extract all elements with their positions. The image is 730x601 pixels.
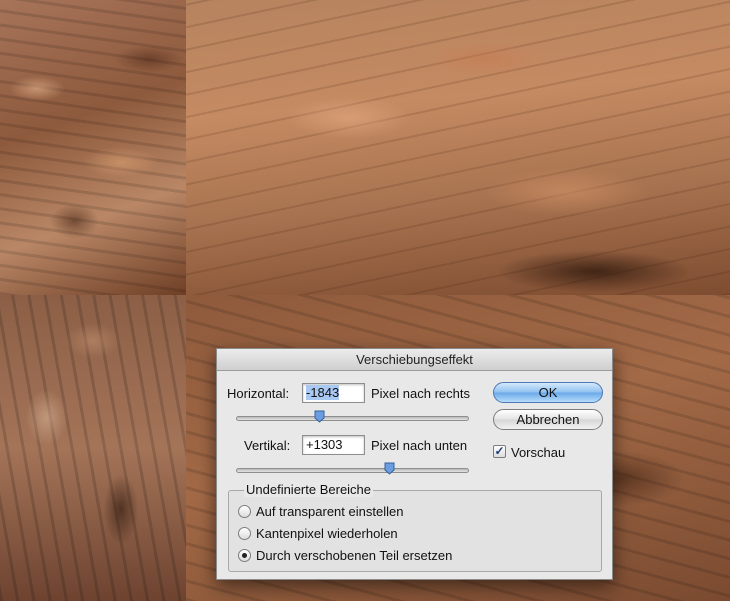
dialog-title[interactable]: Verschiebungseffekt bbox=[217, 349, 612, 371]
radio-wrap-around[interactable] bbox=[238, 549, 251, 562]
cancel-button[interactable]: Abbrechen bbox=[493, 409, 603, 430]
horizontal-unit-label: Pixel nach rechts bbox=[371, 386, 470, 401]
vertical-slider-track[interactable] bbox=[236, 468, 469, 473]
horizontal-value: -1843 bbox=[306, 385, 340, 400]
horizontal-label: Horizontal: bbox=[227, 386, 290, 401]
vertical-input[interactable]: +1303 bbox=[302, 435, 365, 455]
offset-dialog: Verschiebungseffekt Horizontal: -1843 Pi… bbox=[216, 348, 613, 580]
vertical-unit-label: Pixel nach unten bbox=[371, 438, 468, 453]
undefined-areas-group: Undefinierte Bereiche Auf transparent ei… bbox=[228, 482, 602, 572]
bark-tile-top-left bbox=[0, 0, 186, 295]
radio-transparent[interactable] bbox=[238, 505, 251, 518]
preview-checkbox[interactable]: ✓ bbox=[493, 445, 506, 458]
bark-tile-top-right bbox=[186, 0, 730, 295]
undefined-areas-legend: Undefinierte Bereiche bbox=[244, 482, 374, 497]
radio-wrap-around-label[interactable]: Durch verschobenen Teil ersetzen bbox=[256, 548, 452, 563]
ok-button[interactable]: OK bbox=[493, 382, 603, 403]
bark-tile-bottom-left bbox=[0, 295, 186, 601]
horizontal-slider-track[interactable] bbox=[236, 416, 469, 421]
radio-repeat-edge-label[interactable]: Kantenpixel wiederholen bbox=[256, 526, 398, 541]
slider-thumb-icon[interactable] bbox=[314, 410, 325, 423]
horizontal-input[interactable]: -1843 bbox=[302, 383, 365, 403]
slider-thumb-icon[interactable] bbox=[384, 462, 395, 475]
checkmark-icon: ✓ bbox=[494, 444, 505, 458]
radio-transparent-label[interactable]: Auf transparent einstellen bbox=[256, 504, 403, 519]
vertical-label: Vertikal: bbox=[244, 438, 291, 453]
vertical-value: +1303 bbox=[306, 437, 343, 452]
preview-label[interactable]: Vorschau bbox=[511, 445, 565, 460]
radio-repeat-edge[interactable] bbox=[238, 527, 251, 540]
